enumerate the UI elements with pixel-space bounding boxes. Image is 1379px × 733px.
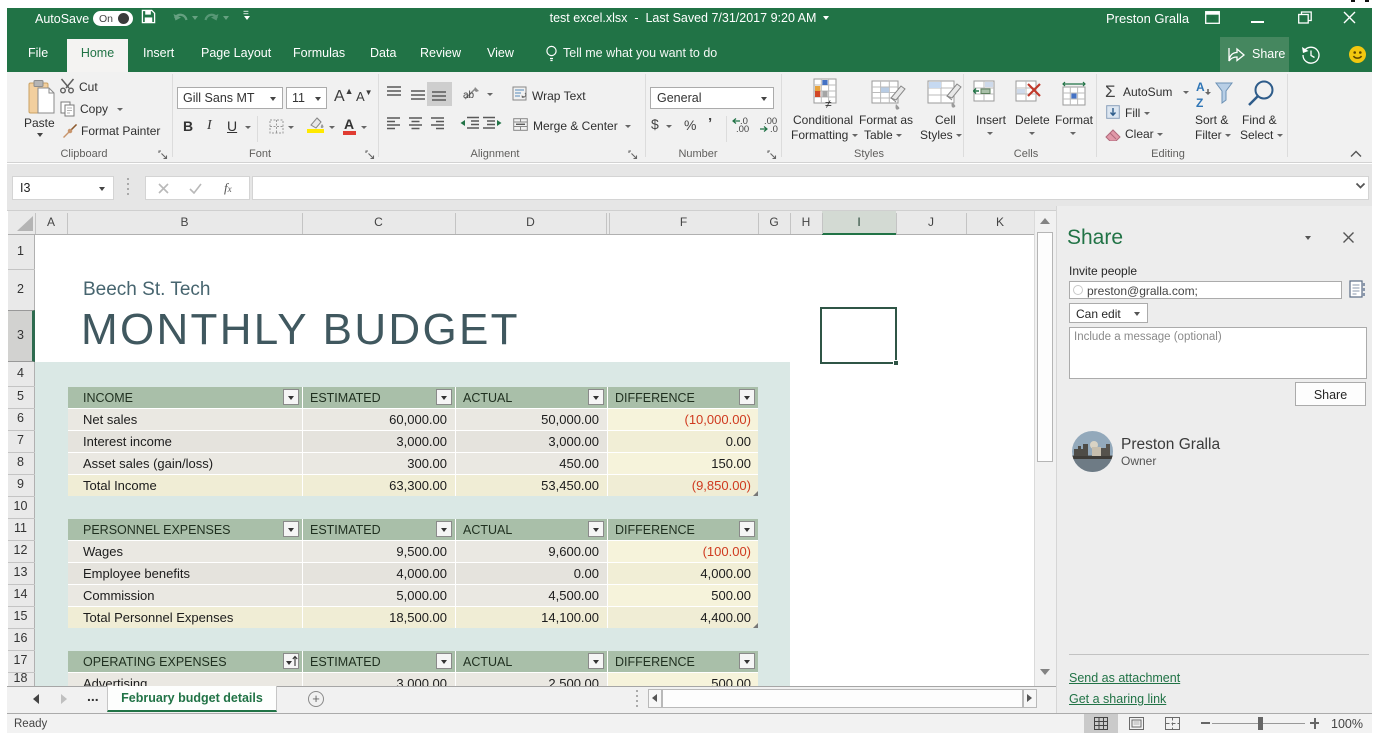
svg-text:Z: Z [1196, 96, 1203, 110]
svg-text:A: A [1196, 80, 1205, 94]
svg-text:ab: ab [463, 90, 475, 101]
svg-text:≠: ≠ [825, 97, 832, 110]
